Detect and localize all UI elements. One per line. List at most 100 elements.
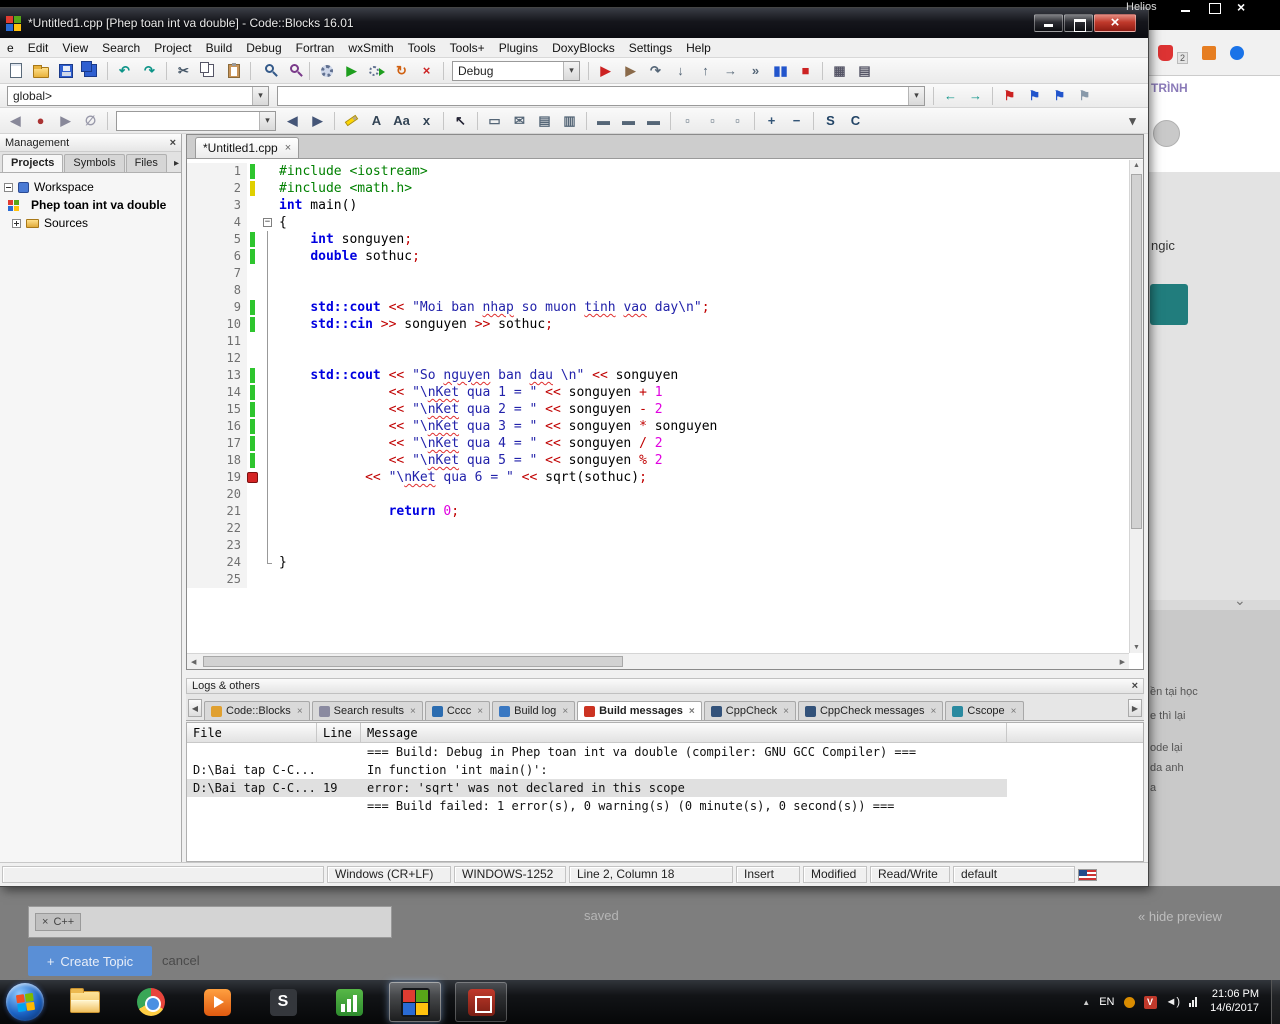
scope-combo[interactable]: global>▾ xyxy=(7,86,269,106)
line-number[interactable]: 4 xyxy=(187,214,247,231)
marker-margin[interactable] xyxy=(247,554,260,571)
menu-item-e[interactable]: e xyxy=(0,39,21,57)
taskbar-chrome[interactable] xyxy=(125,982,177,1022)
menu-item-debug[interactable]: Debug xyxy=(239,39,288,57)
fold-margin[interactable] xyxy=(260,333,276,350)
code-line[interactable]: 11 xyxy=(187,333,1129,350)
line-number[interactable]: 7 xyxy=(187,265,247,282)
fold-collapse-icon[interactable]: − xyxy=(263,218,272,227)
code-text[interactable] xyxy=(276,350,279,367)
code-line[interactable]: 24} xyxy=(187,554,1129,571)
code-text[interactable] xyxy=(276,486,279,503)
network-icon[interactable] xyxy=(1189,997,1197,1007)
close-tab-icon[interactable]: × xyxy=(410,706,416,717)
pointer-button[interactable]: ↖ xyxy=(449,110,472,132)
logs-tab-cscope[interactable]: Cscope× xyxy=(945,701,1023,720)
code-text[interactable]: int songuyen; xyxy=(276,231,412,248)
menu-item-build[interactable]: Build xyxy=(199,39,240,57)
keyboard-layout-flag-icon[interactable] xyxy=(1078,869,1097,881)
fold-margin[interactable] xyxy=(260,486,276,503)
copy-button[interactable] xyxy=(197,60,220,82)
avatar[interactable] xyxy=(1153,120,1180,147)
abort-button[interactable]: × xyxy=(415,60,438,82)
taskbar-s-app[interactable] xyxy=(257,982,309,1022)
scroll-right-icon[interactable] xyxy=(1120,658,1125,666)
step-out-button[interactable]: ↑ xyxy=(694,60,717,82)
fold-margin[interactable] xyxy=(260,452,276,469)
line-number[interactable]: 2 xyxy=(187,180,247,197)
close-button[interactable] xyxy=(1094,14,1136,32)
scroll-up-icon[interactable] xyxy=(1133,162,1140,169)
line-number[interactable]: 9 xyxy=(187,299,247,316)
marker-margin[interactable] xyxy=(247,435,260,452)
hbar-3-button[interactable]: ▬ xyxy=(642,110,665,132)
line-number[interactable]: 20 xyxy=(187,486,247,503)
font-x-button[interactable]: x xyxy=(415,110,438,132)
chevron-down-icon[interactable]: ▾ xyxy=(252,87,268,105)
column-header[interactable]: Message xyxy=(361,723,1007,742)
find-button[interactable] xyxy=(256,60,279,82)
build-target-combo[interactable]: Debug▾ xyxy=(452,61,580,81)
fold-margin[interactable] xyxy=(260,571,276,588)
debugging-windows-button[interactable]: ▦ xyxy=(828,60,851,82)
code-text[interactable] xyxy=(276,537,279,554)
debug-info-button[interactable]: ▤ xyxy=(853,60,876,82)
line-number[interactable]: 10 xyxy=(187,316,247,333)
code-line[interactable]: 19 << "\nKet qua 6 = " << sqrt(sothuc); xyxy=(187,469,1129,486)
logs-tab-search-results[interactable]: Search results× xyxy=(312,701,423,720)
logs-tab-cppcheck[interactable]: CppCheck× xyxy=(704,701,796,720)
breakpoint-icon[interactable] xyxy=(247,472,258,483)
marker-margin[interactable] xyxy=(247,333,260,350)
marker-margin[interactable] xyxy=(247,401,260,418)
logs-tab-cccc[interactable]: Cccc× xyxy=(425,701,490,720)
tree-item-workspace[interactable]: Workspace xyxy=(0,178,181,196)
code-line[interactable]: 21 return 0; xyxy=(187,503,1129,520)
close-panel-icon[interactable]: × xyxy=(170,137,176,149)
break-debugger-button[interactable]: ▮▮ xyxy=(769,60,792,82)
fold-margin[interactable] xyxy=(260,197,276,214)
close-tab-icon[interactable]: × xyxy=(285,142,291,154)
code-line[interactable]: 4−{ xyxy=(187,214,1129,231)
tabs-overflow-icon[interactable]: ▸ xyxy=(174,158,179,169)
tags-input[interactable]: × C++ xyxy=(28,906,392,938)
line-number[interactable]: 11 xyxy=(187,333,247,350)
step-into-instruction-button[interactable]: » xyxy=(744,60,767,82)
volume-icon[interactable] xyxy=(1166,996,1181,1008)
fold-margin[interactable] xyxy=(260,503,276,520)
code-text[interactable]: << "\nKet qua 3 = " << songuyen * songuy… xyxy=(276,418,717,435)
line-number[interactable]: 25 xyxy=(187,571,247,588)
hbar-2-button[interactable]: ▬ xyxy=(617,110,640,132)
collapse-icon[interactable] xyxy=(4,183,13,192)
goto-prev-button[interactable]: ◀ xyxy=(281,110,304,132)
close-tab-icon[interactable]: × xyxy=(689,706,695,717)
next-call-button[interactable]: ▶ xyxy=(54,110,77,132)
thesaurus-button[interactable]: C xyxy=(844,110,867,132)
menu-item-wxsmith[interactable]: wxSmith xyxy=(341,39,400,57)
rect-2-button[interactable]: ▫ xyxy=(701,110,724,132)
code-line[interactable]: 17 << "\nKet qua 4 = " << songuyen / 2 xyxy=(187,435,1129,452)
marker-margin[interactable] xyxy=(247,571,260,588)
marker-margin[interactable] xyxy=(247,452,260,469)
undo-button[interactable]: ↶ xyxy=(113,60,136,82)
marker-margin[interactable] xyxy=(247,520,260,537)
marker-margin[interactable] xyxy=(247,486,260,503)
menu-item-plugins[interactable]: Plugins xyxy=(492,39,545,57)
menu-item-edit[interactable]: Edit xyxy=(21,39,56,57)
code-text[interactable] xyxy=(276,571,279,588)
fold-margin[interactable] xyxy=(260,520,276,537)
chevron-down-icon[interactable]: ⌄ xyxy=(1234,592,1246,609)
code-completion-combo[interactable]: ▾ xyxy=(116,111,276,131)
frame-button[interactable]: ▭ xyxy=(483,110,506,132)
code-line[interactable]: 1#include <iostream> xyxy=(187,163,1129,180)
shield-extension-icon[interactable] xyxy=(1158,45,1173,61)
code-text[interactable]: << "\nKet qua 1 = " << songuyen + 1 xyxy=(276,384,663,401)
marker-margin[interactable] xyxy=(247,299,260,316)
code-line[interactable]: 3int main() xyxy=(187,197,1129,214)
tabs-scroll-right-icon[interactable] xyxy=(1128,699,1142,717)
close-tab-icon[interactable]: × xyxy=(562,706,568,717)
back-button[interactable]: ← xyxy=(939,85,962,107)
current-position-button[interactable]: ● xyxy=(29,110,52,132)
menu-item-tools[interactable]: Tools xyxy=(401,39,443,57)
marker-margin[interactable] xyxy=(247,163,260,180)
code-text[interactable]: } xyxy=(276,554,287,571)
